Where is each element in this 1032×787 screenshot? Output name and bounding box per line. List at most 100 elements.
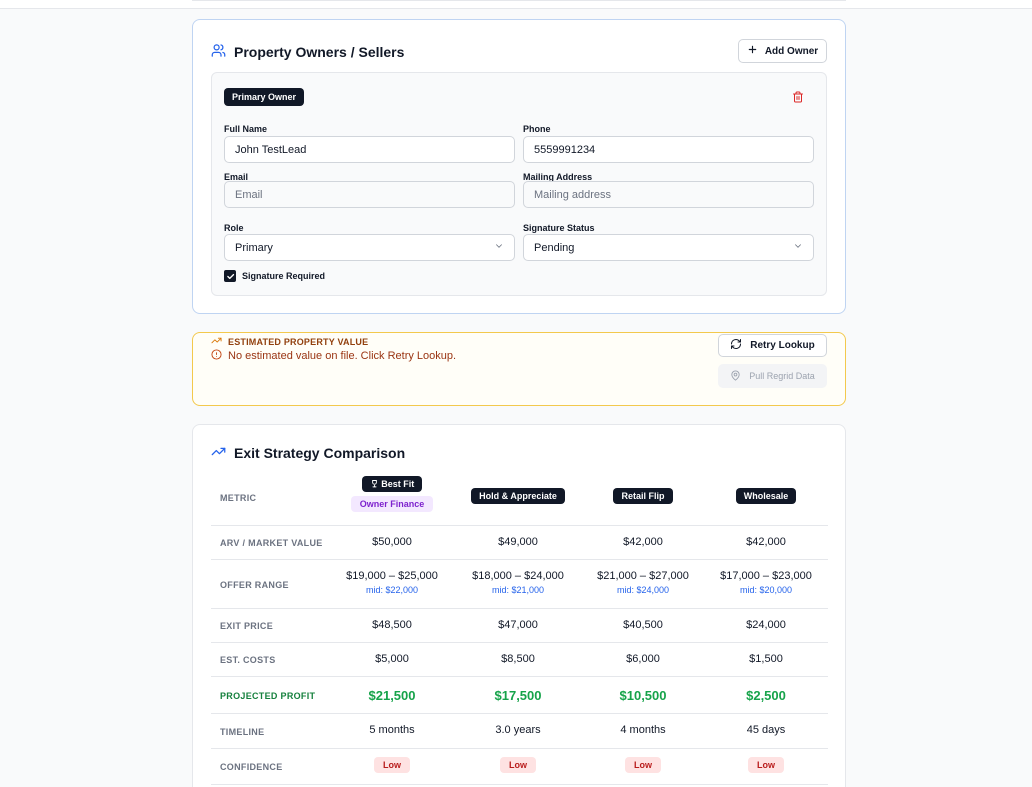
alert-circle-icon <box>211 349 222 363</box>
role-select[interactable]: Primary <box>224 234 515 261</box>
table-row: PROJECTED PROFIT $21,500 $17,500 $10,500… <box>211 677 828 714</box>
offer-range: $21,000 – $27,000 <box>597 570 689 582</box>
signature-status-value: Pending <box>534 241 575 254</box>
row-label: ARV / MARKET VALUE <box>220 538 323 548</box>
signature-status-select[interactable]: Pending <box>523 234 814 261</box>
trending-up-icon <box>211 444 226 462</box>
table-cell: $5,000 <box>375 653 409 665</box>
table-cell: Low <box>704 757 828 773</box>
row-label: EST. COSTS <box>220 655 276 665</box>
offer-range: $18,000 – $24,000 <box>472 570 564 582</box>
estimated-value-card: ESTIMATED PROPERTY VALUE No estimated va… <box>192 332 846 406</box>
offer-mid: mid: $22,000 <box>365 585 419 595</box>
phone-label: Phone <box>523 124 551 134</box>
table-cell: $17,000 – $23,000 mid: $20,000 <box>704 570 828 595</box>
top-bar <box>0 0 1032 9</box>
chevron-down-icon <box>793 241 803 254</box>
offer-range: $19,000 – $25,000 <box>346 570 438 582</box>
table-cell: $18,000 – $24,000 mid: $21,000 <box>456 570 580 595</box>
retry-lookup-label: Retry Lookup <box>750 340 815 351</box>
table-cell: $19,000 – $25,000 mid: $22,000 <box>330 570 454 595</box>
table-row: CONFIDENCE Low Low Low Low <box>211 749 828 785</box>
trending-up-icon <box>211 335 222 348</box>
table-cell: $49,000 <box>498 536 538 548</box>
signature-required-checkbox[interactable] <box>224 270 236 282</box>
strategy-name: Owner Finance <box>350 496 434 512</box>
full-name-label: Full Name <box>224 124 268 134</box>
trash-icon[interactable] <box>792 90 806 104</box>
owners-section-title: Property Owners / Sellers <box>211 43 404 61</box>
table-cell: $42,000 <box>623 536 663 548</box>
table-row: ARV / MARKET VALUE $50,000 $49,000 $42,0… <box>211 526 828 560</box>
strategy-header-owner-finance: Best Fit Owner Finance <box>330 476 454 512</box>
pull-regrid-label: Pull Regrid Data <box>749 371 815 381</box>
strategy-name: Retail Flip <box>613 488 673 504</box>
strategy-name: Hold & Appreciate <box>471 488 565 504</box>
refresh-icon <box>730 338 742 353</box>
row-label: OFFER RANGE <box>220 580 289 590</box>
table-cell: 45 days <box>746 724 786 736</box>
table-cell: 4 months <box>620 724 666 736</box>
users-icon <box>211 43 226 61</box>
table-cell: $17,500 <box>494 688 542 703</box>
estimated-value-message: No estimated value on file. Click Retry … <box>211 349 456 363</box>
table-cell: 3.0 years <box>495 724 541 736</box>
offer-mid: mid: $24,000 <box>616 585 670 595</box>
table-cell: $48,500 <box>372 619 412 631</box>
add-owner-button[interactable]: Add Owner <box>738 39 827 63</box>
row-label: EXIT PRICE <box>220 621 274 631</box>
table-cell: $10,500 <box>619 688 667 703</box>
mailing-address-placeholder: Mailing address <box>534 188 612 201</box>
table-cell: $2,500 <box>746 688 786 703</box>
metric-header: METRIC <box>220 493 257 503</box>
table-row: OFFER RANGE $19,000 – $25,000 mid: $22,00… <box>211 560 828 609</box>
property-owners-card: Property Owners / Sellers Add Owner Prim… <box>192 19 846 314</box>
row-label: CONFIDENCE <box>220 762 283 772</box>
confidence-badge: Low <box>500 757 536 773</box>
offer-mid: mid: $20,000 <box>739 585 793 595</box>
owner-entry: Primary Owner Full Name John TestLead Ph… <box>211 72 827 296</box>
add-owner-label: Add Owner <box>764 45 819 57</box>
table-row: TIMELINE 5 months 3.0 years 4 months 45 … <box>211 714 828 749</box>
phone-field[interactable]: 5559991234 <box>523 136 814 163</box>
offer-mid: mid: $21,000 <box>491 585 545 595</box>
row-label: TIMELINE <box>220 727 265 737</box>
table-cell: 5 months <box>369 724 415 736</box>
table-cell: $47,000 <box>498 619 538 631</box>
role-value: Primary <box>235 241 273 254</box>
pull-regrid-button[interactable]: Pull Regrid Data <box>718 364 827 388</box>
table-cell: $8,500 <box>501 653 535 665</box>
email-field[interactable]: Email <box>224 181 515 208</box>
table-cell: $1,500 <box>749 653 783 665</box>
trophy-icon <box>371 480 377 488</box>
signature-status-label: Signature Status <box>523 223 595 233</box>
table-cell: $42,000 <box>746 536 786 548</box>
strategy-header-wholesale: Wholesale <box>704 488 828 504</box>
table-cell: Low <box>581 757 705 773</box>
strategy-header-hold: Hold & Appreciate <box>456 488 580 504</box>
estimated-value-title: ESTIMATED PROPERTY VALUE <box>211 335 368 348</box>
full-name-field[interactable]: John TestLead <box>224 136 515 163</box>
table-cell: Low <box>330 757 454 773</box>
phone-value: 5559991234 <box>534 143 596 156</box>
table-header-row: METRIC Best Fit Owner Finance Hold & App… <box>211 474 828 526</box>
map-pin-icon <box>730 369 741 383</box>
owners-title-text: Property Owners / Sellers <box>234 44 405 60</box>
table-cell: $40,500 <box>623 619 663 631</box>
retry-lookup-button[interactable]: Retry Lookup <box>718 334 827 357</box>
signature-required-row: Signature Required <box>224 270 325 282</box>
exit-strategy-title-text: Exit Strategy Comparison <box>234 445 406 461</box>
table-cell: $21,500 <box>368 688 416 703</box>
plus-icon <box>747 44 758 58</box>
best-fit-label: Best Fit <box>381 479 415 489</box>
table-cell: $50,000 <box>372 536 412 548</box>
table-row: EST. COSTS $5,000 $8,500 $6,000 $1,500 <box>211 643 828 677</box>
primary-owner-badge: Primary Owner <box>224 88 305 106</box>
estimated-value-title-text: ESTIMATED PROPERTY VALUE <box>228 336 369 347</box>
strategy-name: Wholesale <box>735 488 797 504</box>
confidence-badge: Low <box>374 757 410 773</box>
mailing-address-field[interactable]: Mailing address <box>523 181 814 208</box>
table-cell: $21,000 – $27,000 mid: $24,000 <box>581 570 705 595</box>
table-cell: $6,000 <box>626 653 660 665</box>
chevron-down-icon <box>494 241 504 254</box>
